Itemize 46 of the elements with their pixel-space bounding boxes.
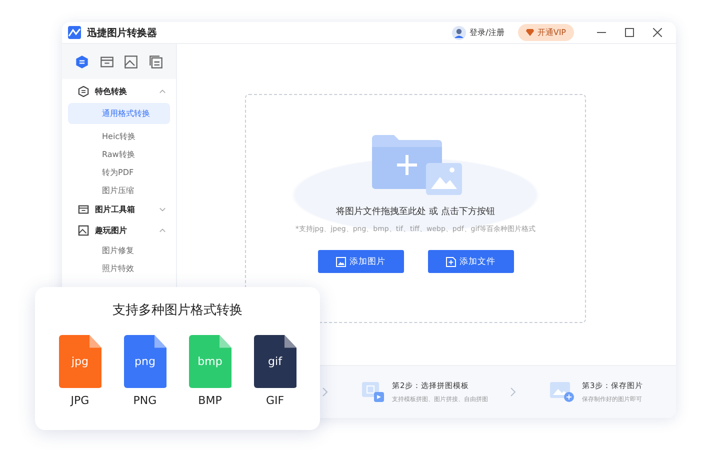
- format-label: PNG: [133, 394, 157, 407]
- app-logo-icon: [68, 26, 81, 39]
- image-icon[interactable]: [123, 54, 140, 70]
- sidebar-item[interactable]: 图片压缩: [68, 181, 170, 199]
- avatar-icon: [452, 26, 466, 40]
- card-title: 支持多种图片格式转换: [112, 302, 242, 319]
- sidebar-group[interactable]: 趣玩图片: [62, 220, 176, 241]
- sidebar-group[interactable]: 图片工具箱: [62, 199, 176, 220]
- sidebar-item[interactable]: Heic转换: [68, 127, 170, 145]
- image-add-icon: [550, 382, 574, 402]
- drop-instruction: 将图片文件拖拽至此处 或 点击下方按钮: [336, 206, 495, 218]
- file-add-icon: [446, 256, 456, 266]
- file-icon: bmp: [188, 335, 232, 388]
- diamond-icon: [526, 29, 534, 36]
- vip-button[interactable]: 开通VIP: [518, 24, 574, 41]
- pages-icon[interactable]: [148, 54, 164, 70]
- add-button[interactable]: 添加图片: [318, 250, 404, 273]
- login-button[interactable]: 登录/注册: [452, 26, 504, 40]
- format-label: BMP: [198, 394, 222, 407]
- maximize-icon: [624, 28, 634, 37]
- sidebar-item[interactable]: 转为PDF: [68, 163, 170, 181]
- image-icon: [336, 256, 346, 266]
- window-title: 迅捷图片转换器: [87, 26, 158, 40]
- file-icon: png: [124, 335, 166, 388]
- sidebar-item[interactable]: Raw转换: [68, 145, 170, 163]
- chevron-right-icon: [322, 387, 328, 397]
- sidebar-item[interactable]: 照片特效: [68, 259, 170, 277]
- convert-icon[interactable]: [74, 54, 90, 70]
- sidebar-item[interactable]: 图片修复: [68, 241, 170, 259]
- chevron-icon: [159, 206, 166, 213]
- chevron-right-icon: [510, 387, 516, 397]
- chevron-icon: [159, 227, 166, 234]
- image-icon: [78, 225, 89, 236]
- file-icon: jpg: [58, 335, 102, 388]
- format-label: GIF: [266, 394, 284, 407]
- format-label: JPG: [70, 394, 90, 407]
- close-icon: [652, 28, 662, 37]
- sidebar-item[interactable]: 通用格式转换: [68, 103, 170, 124]
- convert-icon: [78, 86, 89, 97]
- toolbox-icon: [78, 204, 89, 215]
- chevron-icon: [159, 88, 166, 95]
- file-icon: gif: [254, 335, 296, 388]
- add-button[interactable]: 添加文件: [428, 250, 514, 273]
- folder-image-icon: [370, 135, 462, 197]
- sidebar-group[interactable]: 特色转换: [62, 81, 176, 102]
- template-icon: [362, 382, 384, 402]
